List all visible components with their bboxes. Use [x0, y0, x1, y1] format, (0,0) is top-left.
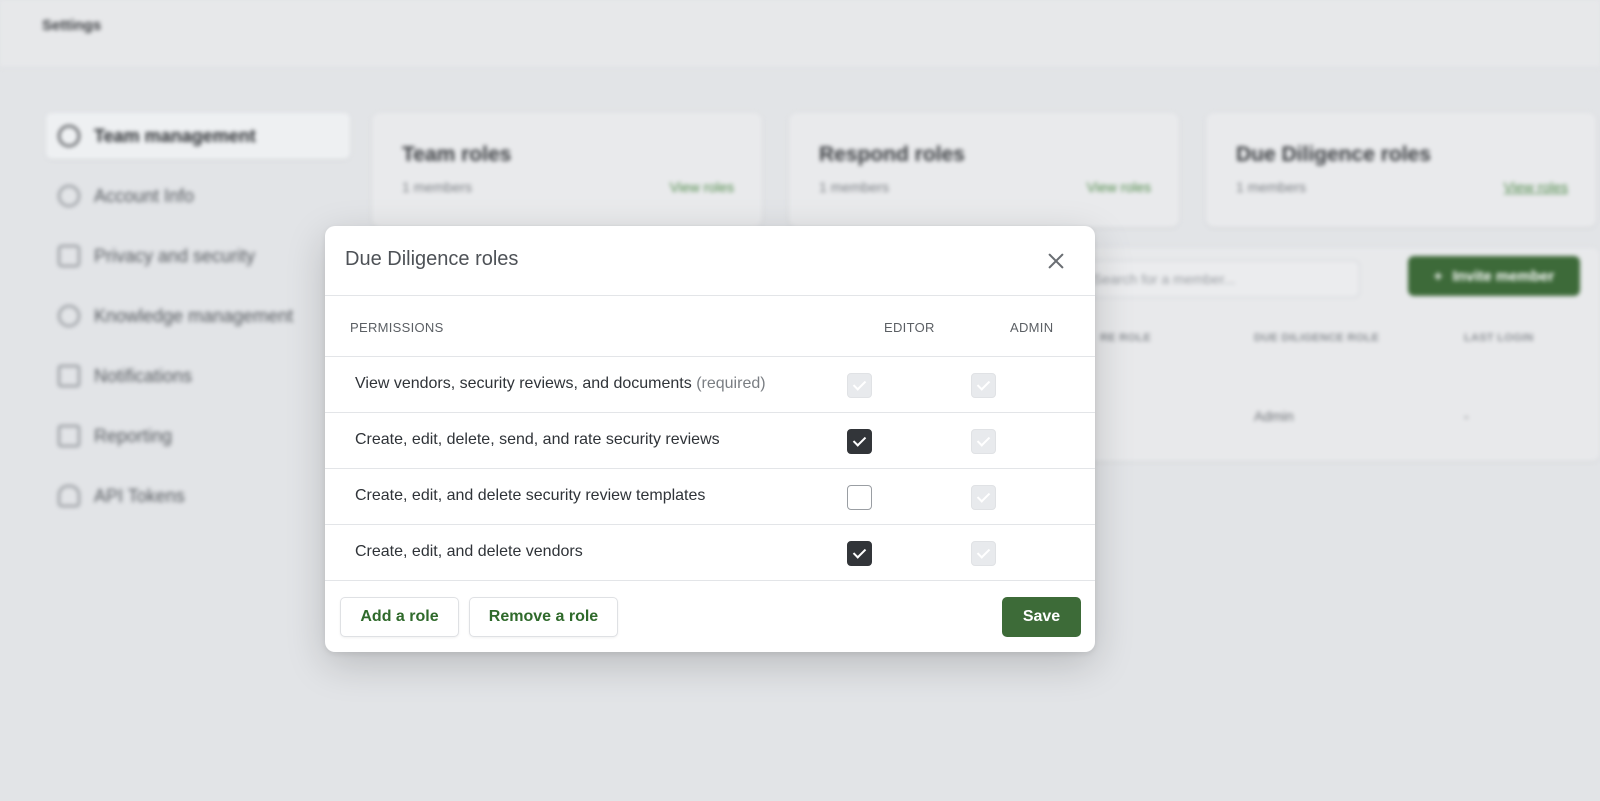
close-icon[interactable] [1043, 248, 1069, 274]
add-role-button[interactable]: Add a role [340, 597, 459, 637]
modal-footer: Add a role Remove a role Save [325, 582, 1095, 652]
due-diligence-role-select[interactable]: Admin [1254, 408, 1294, 424]
column-header: LAST LOGIN [1464, 332, 1534, 344]
editor-checkbox [847, 373, 872, 398]
editor-checkbox[interactable] [847, 485, 872, 510]
due-diligence-roles-modal: Due Diligence roles PERMISSIONS EDITOR A… [325, 226, 1095, 652]
editor-column-header: EDITOR [884, 320, 935, 335]
sidebar-item-team-management[interactable]: Team management [46, 113, 350, 159]
permission-row: Create, edit, delete, send, and rate sec… [325, 413, 1095, 469]
cloud-icon [58, 485, 80, 507]
view-roles-link[interactable]: View roles [1087, 179, 1151, 195]
column-header: DUE DILIGENCE ROLE [1254, 332, 1380, 344]
permission-row: View vendors, security reviews, and docu… [325, 357, 1095, 413]
sidebar-item-label: Notifications [94, 365, 193, 386]
notification-icon [58, 365, 80, 387]
permission-row: Create, edit, and delete vendors [325, 525, 1095, 581]
admin-checkbox [971, 373, 996, 398]
card-members-count: 1 members [819, 179, 890, 195]
admin-checkbox [971, 429, 996, 454]
remove-role-button[interactable]: Remove a role [469, 597, 618, 637]
admin-checkbox [971, 485, 996, 510]
sidebar-item-privacy-security[interactable]: Privacy and security [46, 233, 350, 279]
sidebar-item-account-info[interactable]: Account Info [46, 173, 350, 219]
last-login-value: - [1464, 408, 1469, 424]
sidebar-item-api-tokens[interactable]: API Tokens [46, 473, 350, 519]
sidebar-item-label: Team management [94, 125, 256, 146]
view-roles-link[interactable]: View roles [670, 179, 734, 195]
card-members-count: 1 members [402, 179, 473, 195]
admin-column-header: ADMIN [1010, 320, 1054, 335]
permissions-column-header: PERMISSIONS [350, 320, 444, 335]
top-bar: Settings [0, 0, 1600, 68]
sidebar-item-knowledge-management[interactable]: Knowledge management [46, 293, 350, 339]
permission-text: View vendors, security reviews, and docu… [355, 375, 692, 392]
settings-sidebar: Team management Account Info Privacy and… [46, 113, 350, 533]
view-roles-link[interactable]: View roles [1504, 179, 1568, 195]
required-note: (required) [696, 375, 766, 392]
sidebar-item-label: API Tokens [94, 485, 185, 506]
card-members-count: 1 members [1236, 179, 1307, 195]
permissions-table-header: PERMISSIONS EDITOR ADMIN [325, 296, 1095, 357]
sidebar-item-label: Reporting [94, 425, 173, 446]
editor-checkbox[interactable] [847, 429, 872, 454]
invite-member-button[interactable]: + Invite member [1408, 256, 1580, 296]
due-diligence-roles-card: Due Diligence roles 1 members View roles [1206, 113, 1596, 227]
permission-label: Create, edit, and delete vendors [355, 543, 583, 560]
card-title: Respond roles [819, 143, 965, 166]
permission-label: Create, edit, delete, send, and rate sec… [355, 431, 720, 448]
team-roles-card: Team roles 1 members View roles [372, 113, 762, 227]
admin-checkbox [971, 541, 996, 566]
respond-roles-card: Respond roles 1 members View roles [789, 113, 1179, 227]
save-button[interactable]: Save [1002, 597, 1081, 637]
sidebar-item-label: Knowledge management [94, 305, 294, 326]
member-search-input[interactable]: Search for a member... [1080, 260, 1360, 298]
plus-icon: + [1433, 267, 1443, 285]
modal-header: Due Diligence roles [325, 226, 1095, 296]
permission-label: Create, edit, and delete security review… [355, 487, 706, 504]
permission-row: Create, edit, and delete security review… [325, 469, 1095, 525]
sidebar-item-label: Privacy and security [94, 245, 256, 266]
team-members-panel: Search for a member... + Invite member R… [1040, 248, 1600, 461]
sidebar-item-reporting[interactable]: Reporting [46, 413, 350, 459]
sidebar-item-label: Account Info [94, 185, 195, 206]
permission-label: View vendors, security reviews, and docu… [355, 375, 766, 393]
user-icon [58, 185, 80, 207]
lock-icon [58, 245, 80, 267]
report-icon [58, 425, 80, 447]
modal-title: Due Diligence roles [345, 248, 519, 270]
invite-member-label: Invite member [1452, 267, 1555, 285]
page-title: Settings [42, 17, 102, 34]
editor-checkbox[interactable] [847, 541, 872, 566]
card-title: Team roles [402, 143, 512, 166]
column-header: RE ROLE [1100, 332, 1151, 344]
users-icon [58, 125, 80, 147]
globe-icon [58, 305, 80, 327]
card-title: Due Diligence roles [1236, 143, 1431, 166]
sidebar-item-notifications[interactable]: Notifications [46, 353, 350, 399]
